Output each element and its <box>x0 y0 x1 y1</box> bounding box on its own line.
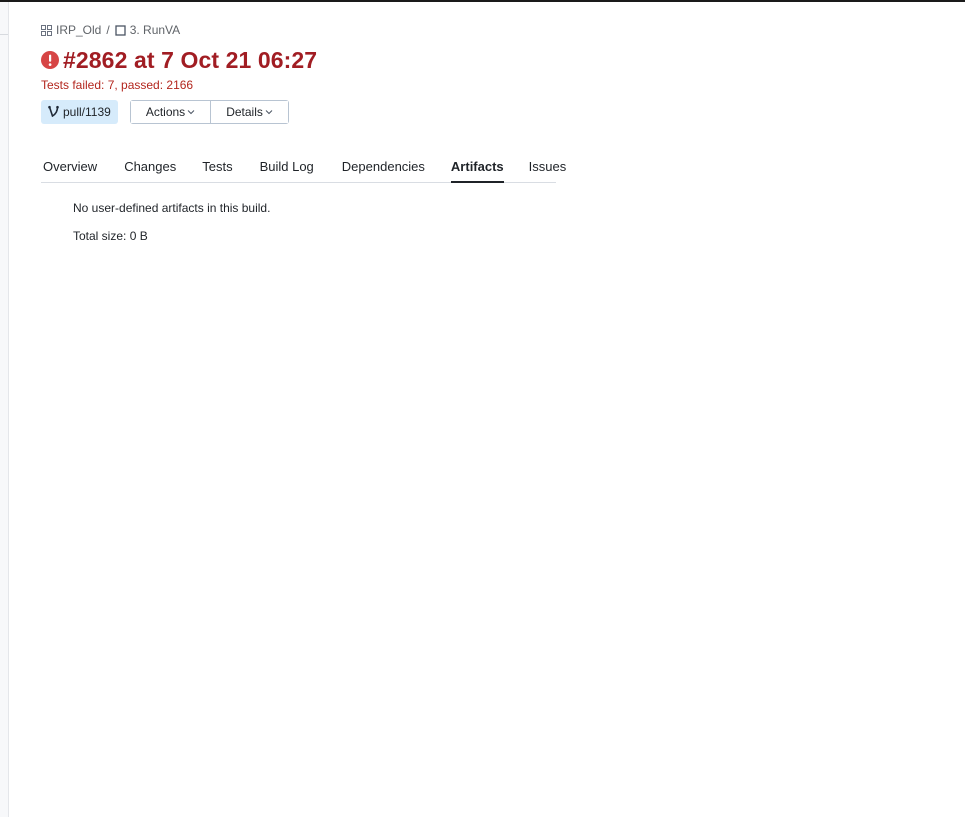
tab-overview[interactable]: Overview <box>43 156 97 182</box>
actions-button[interactable]: Actions <box>130 101 211 123</box>
build-title-row: #2862 at 7 Oct 21 06:27 <box>41 45 641 75</box>
actions-button-label: Actions <box>145 105 186 119</box>
breadcrumb-project[interactable]: IRP_Old <box>41 23 101 37</box>
action-button-group: Actions Details <box>129 100 289 124</box>
tab-changes[interactable]: Changes <box>124 156 176 182</box>
branch-badge[interactable]: pull/1139 <box>41 100 118 124</box>
breadcrumb-build-config-label: 3. RunVA <box>129 23 181 37</box>
tab-artifacts[interactable]: Artifacts <box>450 156 504 183</box>
tab-issues[interactable]: Issues <box>529 156 567 182</box>
build-controls: pull/1139 Actions Details <box>41 100 641 124</box>
tab-dependencies[interactable]: Dependencies <box>342 156 425 182</box>
breadcrumb-project-label: IRP_Old <box>56 23 102 37</box>
tab-tests[interactable]: Tests <box>202 156 232 182</box>
tab-build-log[interactable]: Build Log <box>260 156 314 182</box>
sidebar-collapsed-rail[interactable] <box>0 2 9 817</box>
artifacts-total-size: Total size: 0 B <box>73 229 148 243</box>
artifacts-panel: No user-defined artifacts in this build.… <box>73 200 270 244</box>
page-title: #2862 at 7 Oct 21 06:27 <box>63 46 318 73</box>
build-header: IRP_Old / 3. RunVA #2862 at 7 Oct 21 06:… <box>41 20 641 124</box>
breadcrumb-build-config[interactable]: 3. RunVA <box>115 23 180 37</box>
build-tabs: Overview Changes Tests Build Log Depende… <box>41 156 566 183</box>
build-config-square-icon <box>115 24 126 36</box>
project-grid-icon <box>41 24 52 36</box>
chevron-down-icon <box>265 110 273 115</box>
branch-icon <box>48 105 59 117</box>
error-icon <box>41 51 59 69</box>
window-top-border <box>0 0 965 2</box>
artifacts-empty-message: No user-defined artifacts in this build. <box>73 201 271 215</box>
branch-label: pull/1139 <box>63 105 111 119</box>
breadcrumb: IRP_Old / 3. RunVA <box>41 20 641 40</box>
build-status-text[interactable]: Tests failed: 7, passed: 2166 <box>41 78 641 94</box>
breadcrumb-separator: / <box>106 23 110 37</box>
rail-divider <box>0 34 8 35</box>
details-button-label: Details <box>226 105 263 119</box>
details-button[interactable]: Details <box>210 101 288 123</box>
chevron-down-icon <box>187 110 195 115</box>
